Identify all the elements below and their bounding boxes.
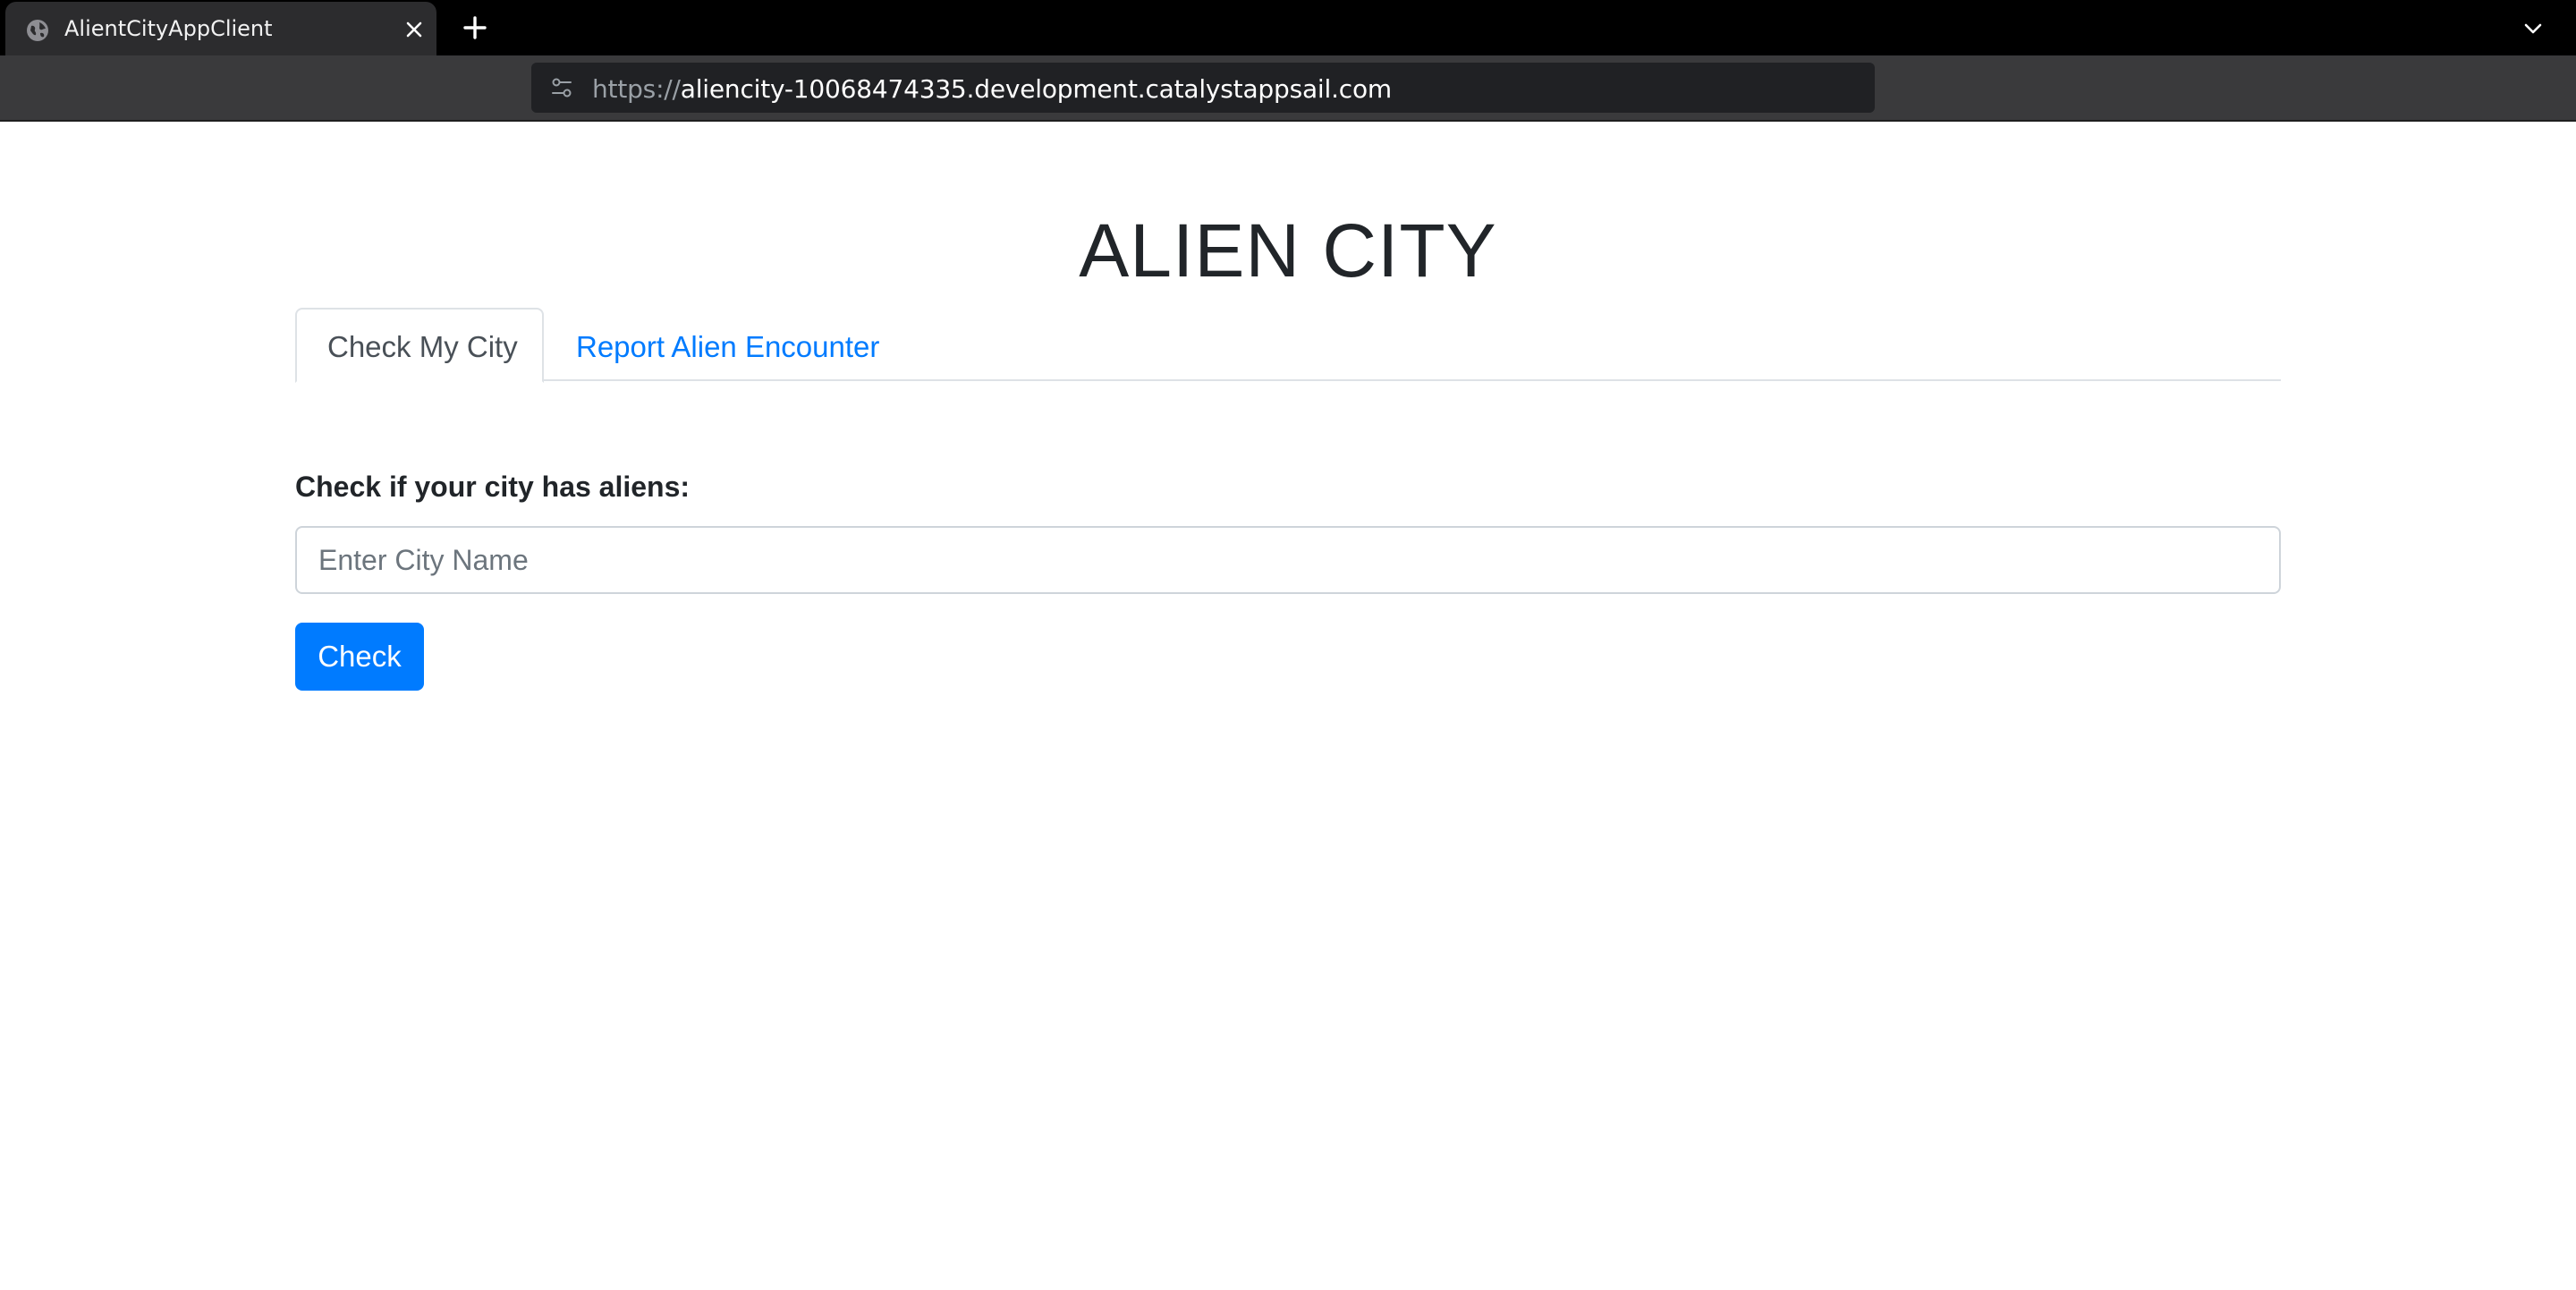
globe-icon (25, 18, 50, 43)
address-bar[interactable]: https://aliencity-10068474335.developmen… (531, 63, 1875, 113)
nav-tabs: Check My City Report Alien Encounter (295, 308, 2281, 383)
browser-tabstrip: AlientCityAppClient (0, 0, 2576, 55)
url-text[interactable]: https://aliencity-10068474335.developmen… (592, 74, 1392, 104)
browser-toolbar: https://aliencity-10068474335.developmen… (0, 55, 2576, 122)
tab-title: AlientCityAppClient (64, 16, 273, 41)
city-check-label: Check if your city has aliens: (295, 471, 691, 503)
browser-tab[interactable]: AlientCityAppClient (5, 2, 436, 55)
close-icon[interactable] (402, 18, 426, 41)
chevron-down-icon[interactable] (2521, 16, 2546, 41)
tune-icon[interactable] (549, 75, 574, 100)
city-name-input[interactable] (295, 526, 2281, 594)
tab-report-alien-encounter[interactable]: Report Alien Encounter (544, 308, 911, 383)
plus-icon[interactable] (462, 14, 488, 41)
url-scheme: https:// (592, 74, 681, 104)
check-button[interactable]: Check (295, 623, 424, 691)
tab-check-my-city[interactable]: Check My City (295, 308, 544, 383)
url-host: aliencity-10068474335.development.cataly… (680, 74, 1392, 104)
page-content: ALIEN CITY Check My City Report Alien En… (0, 122, 2576, 1290)
page-title: ALIEN CITY (1079, 208, 1497, 293)
